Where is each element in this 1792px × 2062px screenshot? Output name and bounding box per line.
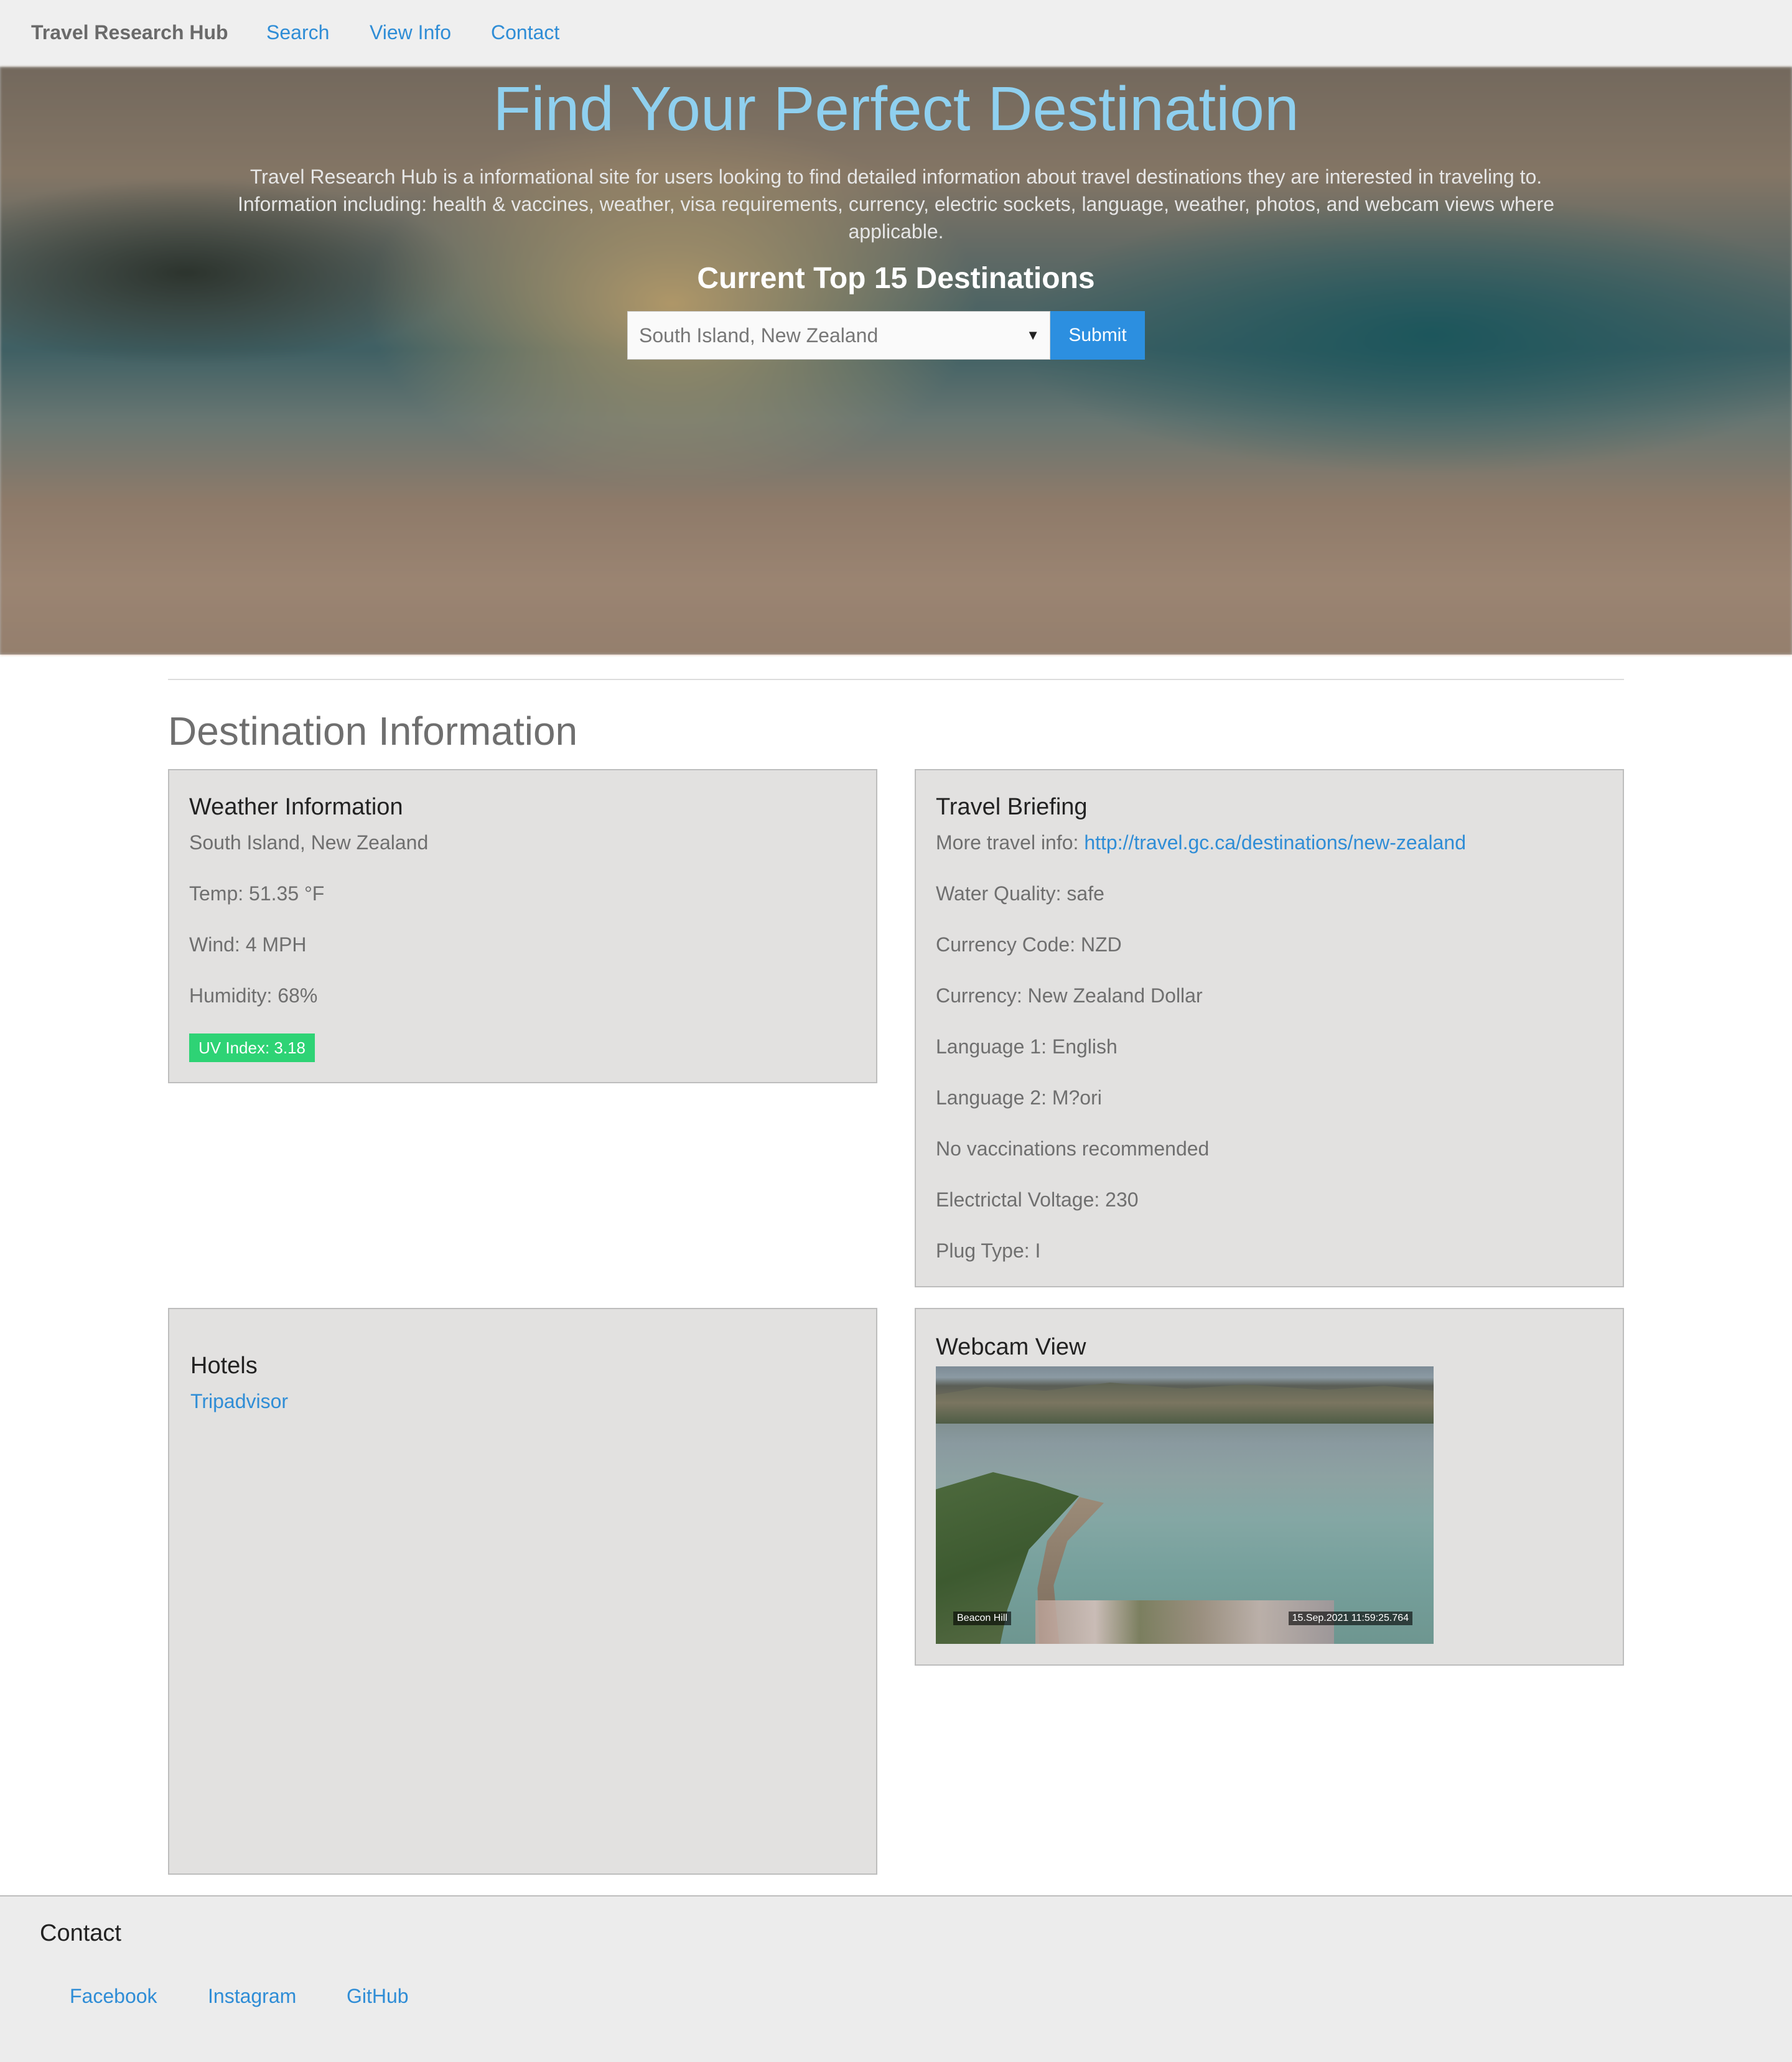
plug-type: Plug Type: I	[936, 1239, 1041, 1262]
footer: Contact Facebook Instagram GitHub	[0, 1895, 1792, 2062]
hotels-title: Hotels	[190, 1353, 258, 1379]
hero-description: Travel Research Hub is a informational s…	[237, 166, 1555, 243]
facebook-link[interactable]: Facebook	[70, 1985, 157, 2008]
navbar: Travel Research Hub Search View Info Con…	[0, 0, 1792, 67]
tripadvisor-link[interactable]: Tripadvisor	[190, 1390, 288, 1413]
more-travel-info-label: More travel info:	[936, 831, 1085, 854]
brand-logo[interactable]: Travel Research Hub	[31, 21, 228, 44]
nav-view-info-link[interactable]: View Info	[370, 21, 451, 44]
weather-humidity: Humidity: 68%	[189, 984, 318, 1007]
more-travel-info: More travel info: http://travel.gc.ca/de…	[936, 831, 1466, 854]
hero-title: Find Your Perfect Destination	[493, 74, 1299, 144]
section-divider	[168, 679, 1624, 680]
water-quality: Water Quality: safe	[936, 882, 1104, 905]
nav-contact-link[interactable]: Contact	[491, 21, 559, 44]
github-link[interactable]: GitHub	[347, 1985, 409, 2008]
destination-select[interactable]: South Island, New Zealand ▼	[627, 311, 1050, 360]
webcam-image: Beacon Hill 15.Sep.2021 11:59:25.764	[936, 1366, 1434, 1644]
travel-gc-link[interactable]: http://travel.gc.ca/destinations/new-zea…	[1084, 831, 1466, 854]
footer-title: Contact	[40, 1920, 121, 1946]
weather-panel-title: Weather Information	[189, 794, 403, 820]
electrical-voltage: Electrictal Voltage: 230	[936, 1188, 1139, 1211]
weather-location: South Island, New Zealand	[189, 831, 429, 854]
instagram-link[interactable]: Instagram	[208, 1985, 296, 2008]
language-2: Language 2: M?ori	[936, 1086, 1102, 1109]
webcam-title: Webcam View	[936, 1334, 1086, 1360]
weather-temp: Temp: 51.35 °F	[189, 882, 325, 905]
travel-briefing-title: Travel Briefing	[936, 794, 1088, 820]
currency-code: Currency Code: NZD	[936, 933, 1122, 956]
top-destinations-heading: Current Top 15 Destinations	[697, 262, 1095, 295]
weather-wind: Wind: 4 MPH	[189, 933, 307, 956]
chevron-down-icon: ▼	[1026, 327, 1040, 343]
webcam-timestamp: 15.Sep.2021 11:59:25.764	[1288, 1612, 1412, 1625]
destination-select-value: South Island, New Zealand	[639, 324, 879, 347]
webcam-location-label: Beacon Hill	[953, 1612, 1011, 1625]
submit-button[interactable]: Submit	[1050, 311, 1145, 360]
vaccinations: No vaccinations recommended	[936, 1137, 1210, 1160]
webcam-cliffs	[936, 1383, 1434, 1424]
language-1: Language 1: English	[936, 1035, 1118, 1058]
uv-index-badge: UV Index: 3.18	[189, 1033, 315, 1062]
nav-search-link[interactable]: Search	[266, 21, 329, 44]
hero-overlay	[0, 67, 1792, 655]
currency-name: Currency: New Zealand Dollar	[936, 984, 1203, 1007]
section-title: Destination Information	[168, 709, 578, 753]
